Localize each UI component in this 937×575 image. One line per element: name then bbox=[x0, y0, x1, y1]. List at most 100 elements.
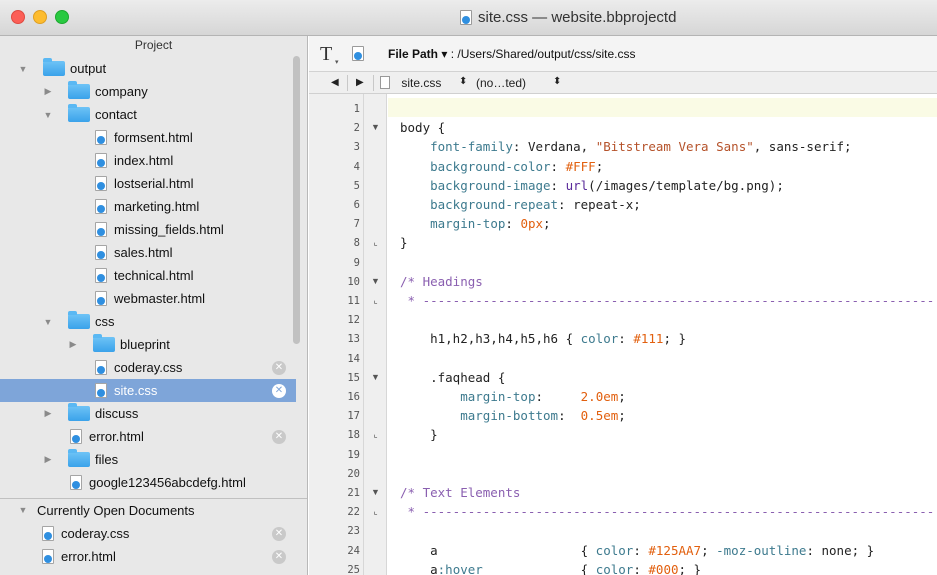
folder-row[interactable]: ▼ contact bbox=[0, 103, 296, 126]
open-document-row[interactable]: error.html ✕ bbox=[0, 545, 296, 568]
code-token: : bbox=[550, 177, 566, 193]
file-row[interactable]: sales.html bbox=[0, 241, 296, 264]
close-document-icon[interactable]: ✕ bbox=[272, 429, 286, 444]
disclosure-closed-icon[interactable]: ▶ bbox=[43, 454, 53, 465]
code-token: ; bbox=[618, 389, 626, 404]
open-document-label: coderay.css bbox=[61, 526, 130, 541]
disclosure-open-icon[interactable]: ▼ bbox=[43, 110, 53, 120]
close-document-icon[interactable]: ✕ bbox=[272, 549, 286, 564]
close-document-icon[interactable]: ✕ bbox=[272, 526, 286, 541]
close-window-button[interactable] bbox=[11, 10, 25, 24]
file-menu-label: site.css bbox=[401, 76, 442, 90]
fold-end-icon[interactable]: ⌞ bbox=[364, 429, 387, 440]
file-menu[interactable]: site.css bbox=[380, 76, 441, 90]
back-button[interactable]: ◀ bbox=[331, 77, 339, 88]
disclosure-open-icon[interactable]: ▼ bbox=[18, 64, 28, 74]
fold-toggle-icon[interactable]: ▼ bbox=[364, 122, 387, 132]
folder-icon bbox=[68, 104, 90, 122]
code-line: * --------------------------------------… bbox=[400, 504, 935, 520]
fold-end-icon[interactable]: ⌞ bbox=[364, 237, 387, 248]
open-documents-header[interactable]: ▼ Currently Open Documents bbox=[0, 499, 307, 521]
folder-row[interactable]: ▶ company bbox=[0, 80, 296, 103]
folder-row[interactable]: ▶ blueprint bbox=[0, 333, 296, 356]
code-editor[interactable]: body { font-family: Verdana, "Bitstream … bbox=[388, 94, 937, 575]
fold-toggle-icon[interactable]: ▼ bbox=[364, 276, 387, 286]
file-row[interactable]: lostserial.html bbox=[0, 172, 296, 195]
code-token: margin-bottom bbox=[460, 408, 559, 424]
line-number: 15 bbox=[347, 371, 360, 384]
line-number: 16 bbox=[347, 391, 360, 403]
file-icon bbox=[95, 268, 107, 283]
line-number: 18 bbox=[347, 429, 360, 442]
fold-end-icon[interactable]: ⌞ bbox=[364, 295, 387, 306]
file-path-menu-icon[interactable]: ▾ bbox=[441, 47, 447, 61]
file-row[interactable]: site.css ✕ bbox=[0, 379, 296, 402]
code-token: font-family bbox=[430, 139, 513, 155]
folder-row[interactable]: ▼ output bbox=[0, 57, 296, 80]
function-menu-updown-icon: ⬍ bbox=[553, 76, 562, 87]
sidebar-header: Project bbox=[134, 38, 173, 52]
close-document-icon[interactable]: ✕ bbox=[272, 360, 286, 375]
current-line-highlight bbox=[388, 98, 937, 117]
close-document-icon[interactable]: ✕ bbox=[272, 383, 286, 398]
editor-toolbar: T ▾ File Path ▾ : /Users/Shared/output/c… bbox=[309, 36, 937, 72]
file-row[interactable]: formsent.html bbox=[0, 126, 296, 149]
file-icon bbox=[95, 245, 107, 260]
forward-button[interactable]: ▶ bbox=[356, 77, 364, 88]
file-row[interactable]: marketing.html bbox=[0, 195, 296, 218]
file-icon bbox=[95, 130, 107, 145]
fold-toggle-icon[interactable]: ▼ bbox=[364, 372, 387, 382]
file-row[interactable]: missing_fields.html bbox=[0, 218, 296, 241]
fold-end-icon[interactable]: ⌞ bbox=[364, 506, 387, 517]
line-number: 19 bbox=[347, 448, 360, 461]
minimize-window-button[interactable] bbox=[33, 10, 47, 24]
sidebar-scrollbar[interactable] bbox=[293, 56, 300, 344]
file-row[interactable]: technical.html bbox=[0, 264, 296, 287]
nav-separator bbox=[347, 75, 348, 91]
open-document-row[interactable]: coderay.css ✕ bbox=[0, 522, 296, 545]
code-token: { bbox=[482, 561, 596, 575]
folder-row[interactable]: ▼ css bbox=[0, 310, 296, 333]
line-number: 1 bbox=[353, 103, 360, 115]
zoom-window-button[interactable] bbox=[55, 10, 69, 24]
folder-row[interactable]: ▶ files bbox=[0, 448, 296, 471]
file-row[interactable]: index.html bbox=[0, 149, 296, 172]
file-path-bar[interactable]: File Path ▾ : /Users/Shared/output/css/s… bbox=[388, 47, 635, 61]
function-menu[interactable]: (no…ted) bbox=[476, 76, 526, 90]
file-icon bbox=[95, 222, 107, 237]
code-line: .faqhead { bbox=[400, 370, 505, 385]
tree-item-label: sales.html bbox=[114, 245, 173, 260]
file-row[interactable]: coderay.css ✕ bbox=[0, 356, 296, 379]
code-line: margin-top: 2.0em; bbox=[400, 389, 626, 404]
code-line: margin-top: 0px; bbox=[400, 216, 551, 232]
file-row[interactable]: webmaster.html bbox=[0, 287, 296, 310]
tree-item-label: google123456abcdefg.html bbox=[89, 475, 246, 490]
disclosure-closed-icon[interactable]: ▶ bbox=[43, 86, 53, 97]
navigation-bar: ◀ ▶ site.css ⬍ (no…ted) ⬍ bbox=[309, 72, 937, 94]
code-token: ; } bbox=[678, 561, 702, 575]
file-icon bbox=[95, 383, 107, 398]
code-token: ; bbox=[595, 158, 604, 174]
text-options-button[interactable]: T bbox=[320, 43, 332, 66]
code-token: background-color bbox=[430, 158, 551, 174]
project-sidebar: Project ▼ output ▶ company ▼ contact formsent.… bbox=[0, 36, 308, 575]
file-row[interactable]: error.html ✕ bbox=[0, 425, 296, 448]
fold-toggle-icon[interactable]: ▼ bbox=[364, 487, 387, 497]
code-token: #000 bbox=[648, 561, 679, 575]
disclosure-closed-icon[interactable]: ▶ bbox=[43, 408, 53, 419]
code-token: ; bbox=[543, 216, 551, 232]
code-token: : bbox=[618, 331, 634, 347]
code-token: -moz-outline bbox=[716, 542, 807, 558]
disclosure-closed-icon[interactable]: ▶ bbox=[68, 339, 78, 350]
disclosure-open-icon[interactable]: ▼ bbox=[43, 317, 53, 327]
file-icon bbox=[42, 526, 54, 541]
file-row[interactable]: google123456abcdefg.html bbox=[0, 471, 296, 494]
document-icon[interactable] bbox=[352, 46, 364, 61]
folder-icon bbox=[68, 403, 90, 421]
tree-item-label: site.css bbox=[114, 383, 158, 398]
folder-row[interactable]: ▶ discuss bbox=[0, 402, 296, 425]
code-token: * --------------------------------------… bbox=[400, 504, 935, 520]
